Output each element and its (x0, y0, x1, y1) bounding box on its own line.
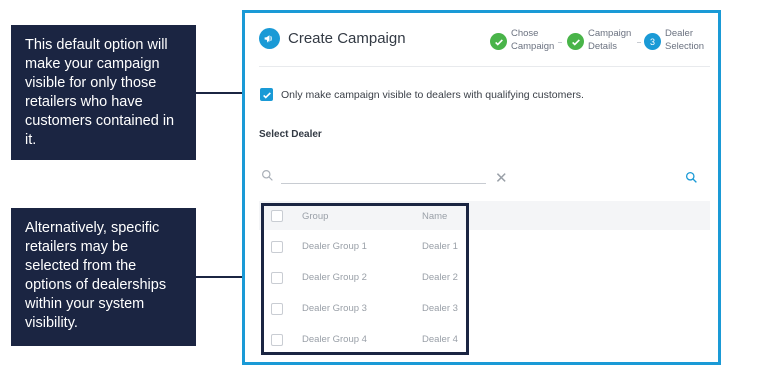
header-divider (259, 66, 710, 67)
megaphone-icon (259, 28, 280, 49)
row-group: Dealer Group 2 (302, 272, 367, 283)
search-icon (261, 169, 274, 187)
modal-title: Create Campaign (288, 30, 406, 47)
column-header-group: Group (302, 211, 329, 222)
step-2-label: Campaign Details (588, 28, 632, 52)
callout-default-option-text: This default option will make your campa… (25, 37, 175, 148)
step-3-number: 3 (644, 33, 661, 50)
step-1-label: Chose Campaign (511, 28, 555, 52)
select-dealer-heading: Select Dealer (259, 129, 322, 140)
visibility-option-checkbox[interactable] (260, 88, 273, 101)
dealer-search-input[interactable] (281, 183, 486, 184)
step-separator (637, 42, 641, 43)
row-checkbox[interactable] (271, 303, 283, 315)
callout-specific-selection: Alternatively, specific retailers may be… (11, 208, 196, 346)
select-all-checkbox[interactable] (271, 210, 283, 222)
row-checkbox[interactable] (271, 334, 283, 346)
close-icon[interactable]: ✕ (495, 171, 508, 186)
row-checkbox[interactable] (271, 272, 283, 284)
step-separator (558, 42, 562, 43)
check-icon (262, 91, 271, 99)
step-1-check-icon (490, 33, 507, 50)
callout-default-option: This default option will make your campa… (11, 25, 196, 160)
search-button-icon[interactable] (685, 171, 698, 189)
row-name: Dealer 1 (422, 241, 458, 252)
create-campaign-modal: Create Campaign Chose Campaign Campaign … (242, 10, 721, 365)
row-name: Dealer 2 (422, 272, 458, 283)
visibility-option-label: Only make campaign visible to dealers wi… (281, 89, 584, 101)
row-name: Dealer 4 (422, 334, 458, 345)
row-group: Dealer Group 1 (302, 241, 367, 252)
row-name: Dealer 3 (422, 303, 458, 314)
row-checkbox[interactable] (271, 241, 283, 253)
step-2-check-icon (567, 33, 584, 50)
step-3-label: Dealer Selection (665, 28, 705, 52)
callout-specific-selection-text: Alternatively, specific retailers may be… (25, 220, 167, 331)
column-header-name: Name (422, 211, 448, 222)
row-group: Dealer Group 4 (302, 334, 367, 345)
row-group: Dealer Group 3 (302, 303, 367, 314)
